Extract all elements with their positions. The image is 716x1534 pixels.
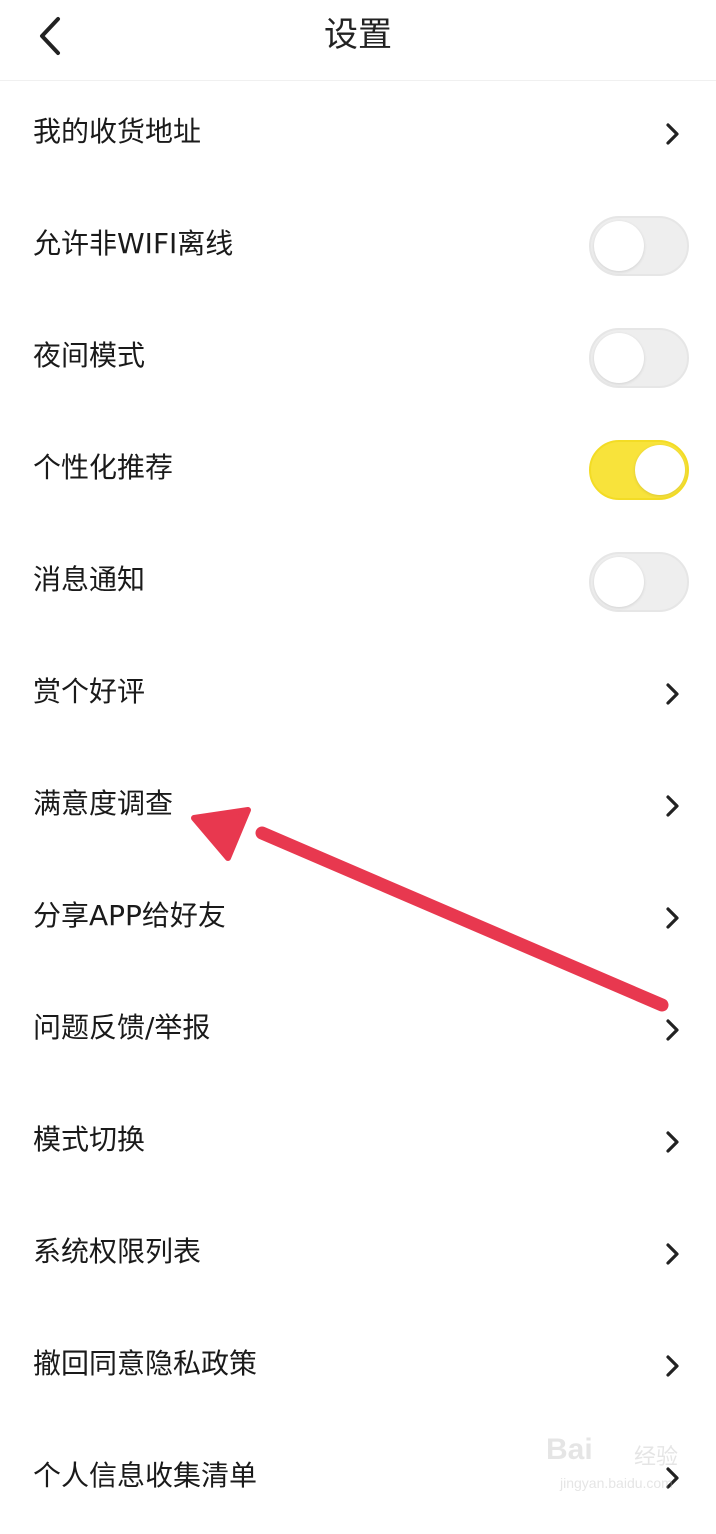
- settings-list: 我的收货地址 允许非WIFI离线 夜间模式 个性化推荐 消息通知 赏个好评 满意…: [0, 78, 716, 1534]
- setting-row-mode-switch[interactable]: 模式切换: [0, 1086, 716, 1198]
- page-title: 设置: [324, 15, 392, 55]
- toggle-knob: [594, 333, 644, 383]
- chevron-right-icon: [666, 907, 679, 929]
- toggle-knob: [635, 445, 685, 495]
- setting-row-night-mode: 夜间模式: [0, 302, 716, 414]
- setting-row-non-wifi-offline: 允许非WIFI离线: [0, 190, 716, 302]
- setting-label: 夜间模式: [33, 339, 146, 372]
- setting-row-personalized-recommendation: 个性化推荐: [0, 414, 716, 526]
- chevron-right-icon: [666, 1019, 679, 1041]
- setting-label: 允许非WIFI离线: [33, 227, 234, 260]
- setting-row-satisfaction-survey[interactable]: 满意度调查: [0, 750, 716, 862]
- chevron-right-icon: [666, 1243, 679, 1265]
- setting-row-rate-app[interactable]: 赏个好评: [0, 638, 716, 750]
- setting-label: 撤回同意隐私政策: [33, 1347, 258, 1380]
- non-wifi-offline-toggle[interactable]: [589, 216, 689, 276]
- setting-row-shipping-address[interactable]: 我的收货地址: [0, 78, 716, 190]
- setting-row-feedback-report[interactable]: 问题反馈/举报: [0, 974, 716, 1086]
- setting-row-system-permissions[interactable]: 系统权限列表: [0, 1198, 716, 1310]
- setting-label: 个性化推荐: [33, 451, 174, 484]
- chevron-right-icon: [666, 1131, 679, 1153]
- notifications-toggle[interactable]: [589, 552, 689, 612]
- setting-row-share-app[interactable]: 分享APP给好友: [0, 862, 716, 974]
- setting-label: 分享APP给好友: [33, 899, 226, 932]
- setting-label: 个人信息收集清单: [33, 1459, 258, 1492]
- watermark-name: 经验: [634, 1445, 679, 1470]
- setting-label: 我的收货地址: [33, 115, 202, 148]
- toggle-knob: [594, 221, 644, 271]
- chevron-right-icon: [666, 1355, 679, 1377]
- setting-label: 模式切换: [33, 1123, 146, 1156]
- setting-label: 系统权限列表: [33, 1235, 202, 1268]
- personalized-recommendation-toggle[interactable]: [589, 440, 689, 500]
- setting-label: 消息通知: [33, 563, 146, 596]
- night-mode-toggle[interactable]: [589, 328, 689, 388]
- baidu-jingyan-watermark: Bai 经验 jingyan.baidu.com: [546, 1429, 686, 1505]
- setting-row-notifications: 消息通知: [0, 526, 716, 638]
- toggle-knob: [594, 557, 644, 607]
- nav-bar: 设置: [0, 0, 716, 81]
- watermark-brand: Bai: [546, 1433, 593, 1466]
- setting-label: 满意度调查: [33, 787, 174, 820]
- setting-label: 问题反馈/举报: [33, 1011, 211, 1044]
- chevron-right-icon: [666, 683, 679, 705]
- watermark-url: jingyan.baidu.com: [560, 1475, 673, 1491]
- chevron-right-icon: [666, 123, 679, 145]
- setting-row-withdraw-privacy-consent[interactable]: 撤回同意隐私政策: [0, 1310, 716, 1422]
- chevron-right-icon: [666, 795, 679, 817]
- setting-label: 赏个好评: [33, 675, 146, 708]
